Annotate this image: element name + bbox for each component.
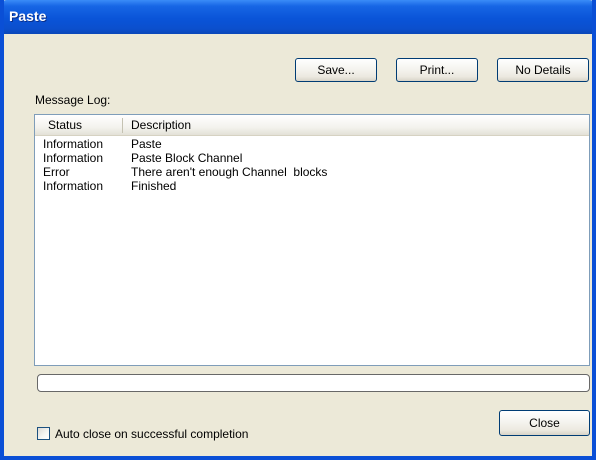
auto-close-checkbox[interactable]: [37, 427, 50, 440]
message-log-list[interactable]: Status Description Information Paste Inf…: [34, 114, 590, 366]
row-status: Information: [43, 179, 104, 193]
list-rows: Information Paste Information Paste Bloc…: [35, 137, 589, 193]
window-title: Paste: [9, 8, 47, 24]
row-description: Finished: [131, 179, 177, 193]
row-description: There aren't enough Channel blocks: [131, 165, 328, 179]
list-header: Status Description: [35, 115, 589, 136]
no-details-button[interactable]: No Details: [497, 58, 589, 82]
row-description: Paste: [131, 137, 162, 151]
column-divider[interactable]: [122, 118, 123, 133]
auto-close-option[interactable]: Auto close on successful completion: [37, 426, 248, 441]
close-button[interactable]: Close: [499, 410, 590, 436]
table-row[interactable]: Error There aren't enough Channel blocks: [35, 165, 589, 179]
print-button[interactable]: Print...: [396, 58, 478, 82]
paste-dialog: Paste Save... Print... No Details Messag…: [0, 0, 596, 460]
row-status: Information: [43, 137, 104, 151]
table-row[interactable]: Information Finished: [35, 179, 589, 193]
row-status: Error: [43, 165, 70, 179]
save-button[interactable]: Save...: [295, 58, 377, 82]
message-log-label: Message Log:: [35, 93, 111, 107]
title-bar[interactable]: Paste: [4, 0, 592, 34]
table-row[interactable]: Information Paste Block Channel: [35, 151, 589, 165]
column-header-status[interactable]: Status: [48, 115, 82, 135]
table-row[interactable]: Information Paste: [35, 137, 589, 151]
row-status: Information: [43, 151, 104, 165]
progress-bar: [37, 374, 590, 392]
auto-close-label[interactable]: Auto close on successful completion: [55, 427, 248, 441]
row-description: Paste Block Channel: [131, 151, 243, 165]
column-header-description[interactable]: Description: [131, 115, 191, 135]
